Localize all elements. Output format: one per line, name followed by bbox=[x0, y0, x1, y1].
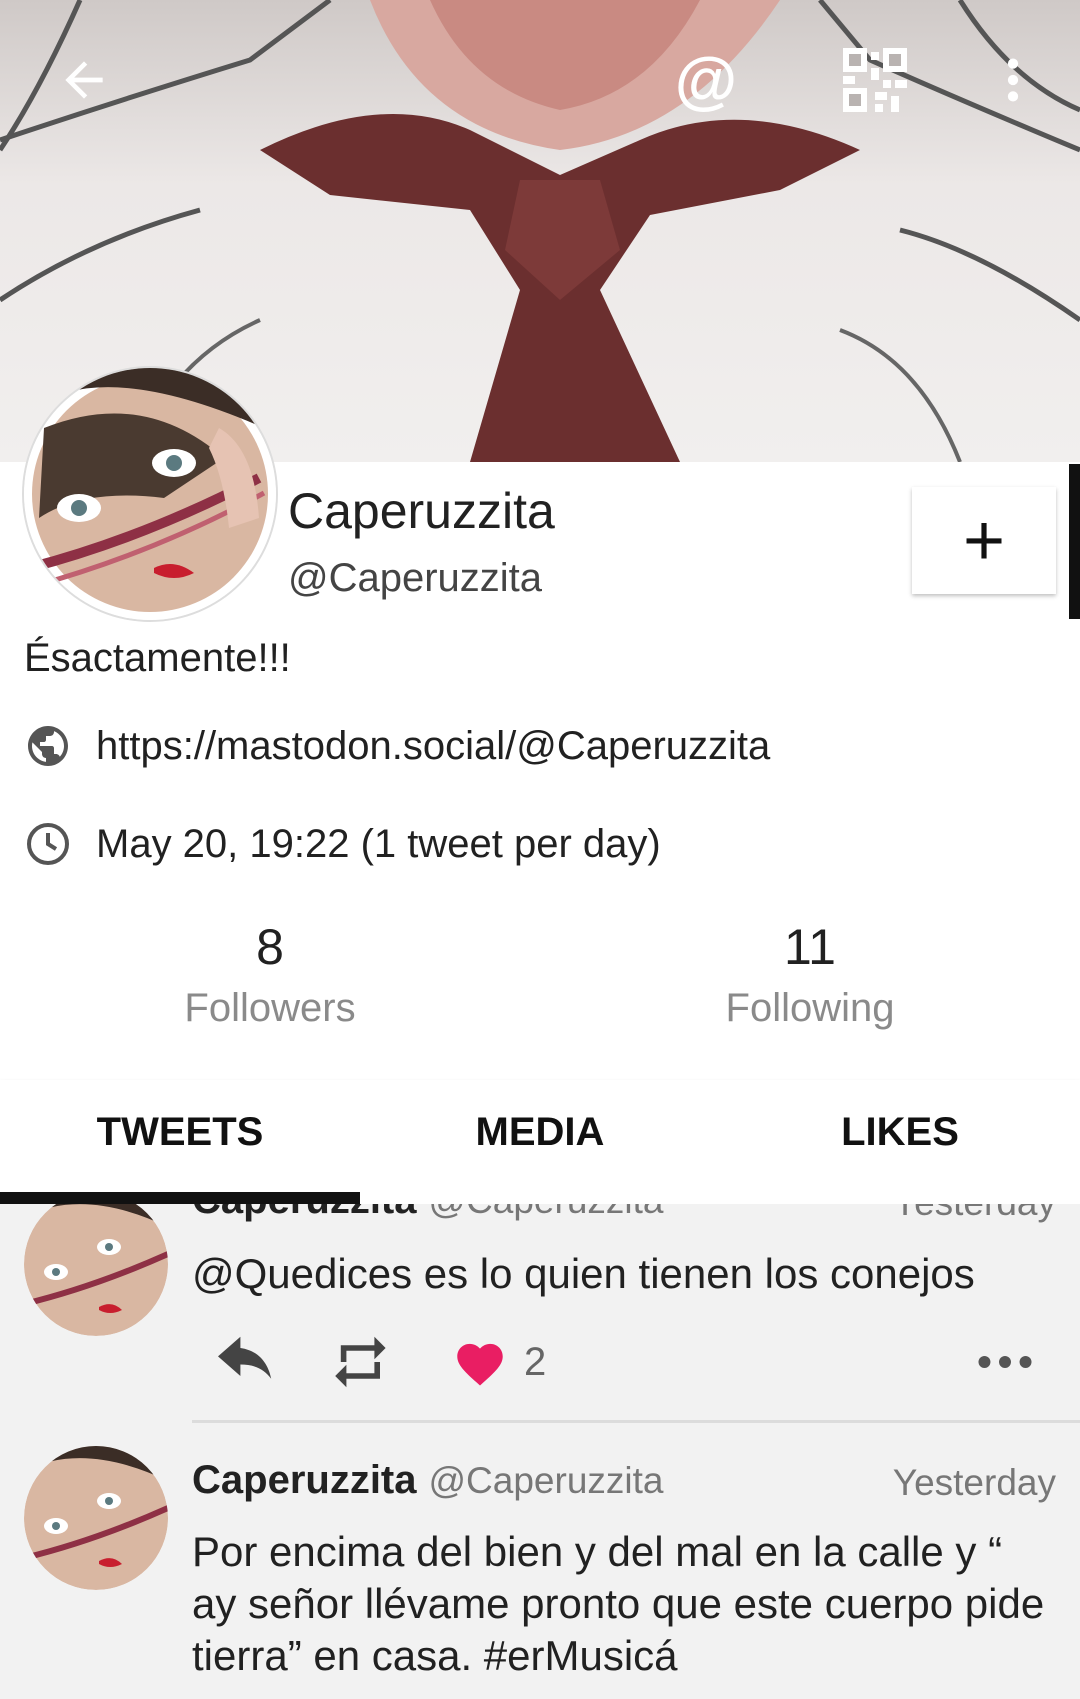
tweet-author[interactable]: Caperuzzita @Caperuzzita bbox=[192, 1204, 664, 1223]
more-vert-icon bbox=[1007, 58, 1019, 102]
clock-icon bbox=[27, 823, 69, 865]
retweet-icon bbox=[335, 1336, 386, 1388]
tweet-author[interactable]: Caperuzzita @Caperuzzita bbox=[192, 1458, 664, 1503]
followers-label: Followers bbox=[184, 986, 356, 1030]
last-active-text: May 20, 19:22 (1 tweet per day) bbox=[96, 821, 661, 866]
tab-tweets[interactable]: TWEETS bbox=[0, 1110, 360, 1155]
plus-icon: + bbox=[962, 500, 1006, 581]
following-count: 11 bbox=[784, 919, 836, 975]
profile-url-link[interactable]: https://mastodon.social/@Caperuzzita bbox=[96, 724, 770, 769]
tweet-author-name: Caperuzzita bbox=[192, 1204, 417, 1222]
followers-stat[interactable]: 8 Followers bbox=[120, 918, 420, 1031]
tweet-timestamp: Yesterday bbox=[893, 1204, 1056, 1224]
profile-avatar[interactable] bbox=[24, 368, 276, 620]
mention-button[interactable]: @ bbox=[666, 40, 746, 120]
avatar-image bbox=[24, 368, 276, 620]
tweet-divider bbox=[192, 1420, 1080, 1423]
follow-button[interactable]: + bbox=[912, 487, 1056, 594]
tab-selected-indicator bbox=[0, 1192, 360, 1204]
tweet-avatar[interactable] bbox=[24, 1446, 168, 1590]
tweet-avatar[interactable] bbox=[24, 1204, 168, 1336]
tweet-more-button[interactable] bbox=[977, 1327, 1033, 1397]
at-sign-icon: @ bbox=[674, 44, 738, 116]
tweet-text: @Quedices es lo quien tienen los conejos bbox=[192, 1250, 975, 1297]
like-button[interactable]: 2 bbox=[452, 1327, 546, 1397]
reply-icon bbox=[218, 1336, 272, 1379]
tweet-timestamp: Yesterday bbox=[892, 1462, 1056, 1503]
qr-code-button[interactable] bbox=[835, 40, 915, 120]
reply-button[interactable] bbox=[212, 1327, 280, 1397]
profile-url-row[interactable]: https://mastodon.social/@Caperuzzita bbox=[24, 722, 770, 770]
tweet-author-handle: @Caperuzzita bbox=[428, 1460, 664, 1501]
tweet-item[interactable]: Caperuzzita @Caperuzzita Yesterday Por en… bbox=[0, 1426, 1080, 1699]
avatar-image bbox=[24, 1204, 168, 1336]
display-name: Caperuzzita bbox=[288, 483, 555, 539]
arrow-back-icon bbox=[65, 61, 103, 99]
tab-likes[interactable]: LIKES bbox=[720, 1110, 1080, 1155]
tweet-author-name: Caperuzzita bbox=[192, 1458, 417, 1502]
tweet-text: Por encima del bien y del mal en la call… bbox=[192, 1528, 1045, 1679]
qr-code-icon bbox=[843, 48, 907, 112]
heart-icon bbox=[457, 1343, 503, 1386]
username-handle: @Caperuzzita bbox=[288, 556, 543, 600]
like-count: 2 bbox=[524, 1339, 547, 1384]
last-active-row: May 20, 19:22 (1 tweet per day) bbox=[24, 820, 661, 868]
tab-media[interactable]: MEDIA bbox=[360, 1110, 720, 1155]
profile-tabs: TWEETS MEDIA LIKES bbox=[0, 1080, 1080, 1204]
followers-count: 8 bbox=[256, 919, 284, 975]
avatar-image bbox=[24, 1446, 168, 1590]
globe-icon bbox=[28, 726, 68, 766]
boost-button[interactable] bbox=[332, 1327, 400, 1397]
more-horiz-icon bbox=[978, 1356, 1032, 1368]
following-stat[interactable]: 11 Following bbox=[660, 918, 960, 1031]
tweet-actions: 2 bbox=[192, 1327, 1062, 1397]
tweet-feed[interactable]: Caperuzzita @Caperuzzita Yesterday @Quedi… bbox=[0, 1204, 1080, 1699]
back-button[interactable] bbox=[44, 40, 124, 120]
overflow-menu-button[interactable] bbox=[973, 40, 1053, 120]
tweet-author-handle: @Caperuzzita bbox=[429, 1204, 664, 1221]
following-label: Following bbox=[725, 986, 895, 1030]
scrollbar[interactable] bbox=[1069, 464, 1080, 619]
profile-bio: Ésactamente!!! bbox=[24, 636, 291, 680]
